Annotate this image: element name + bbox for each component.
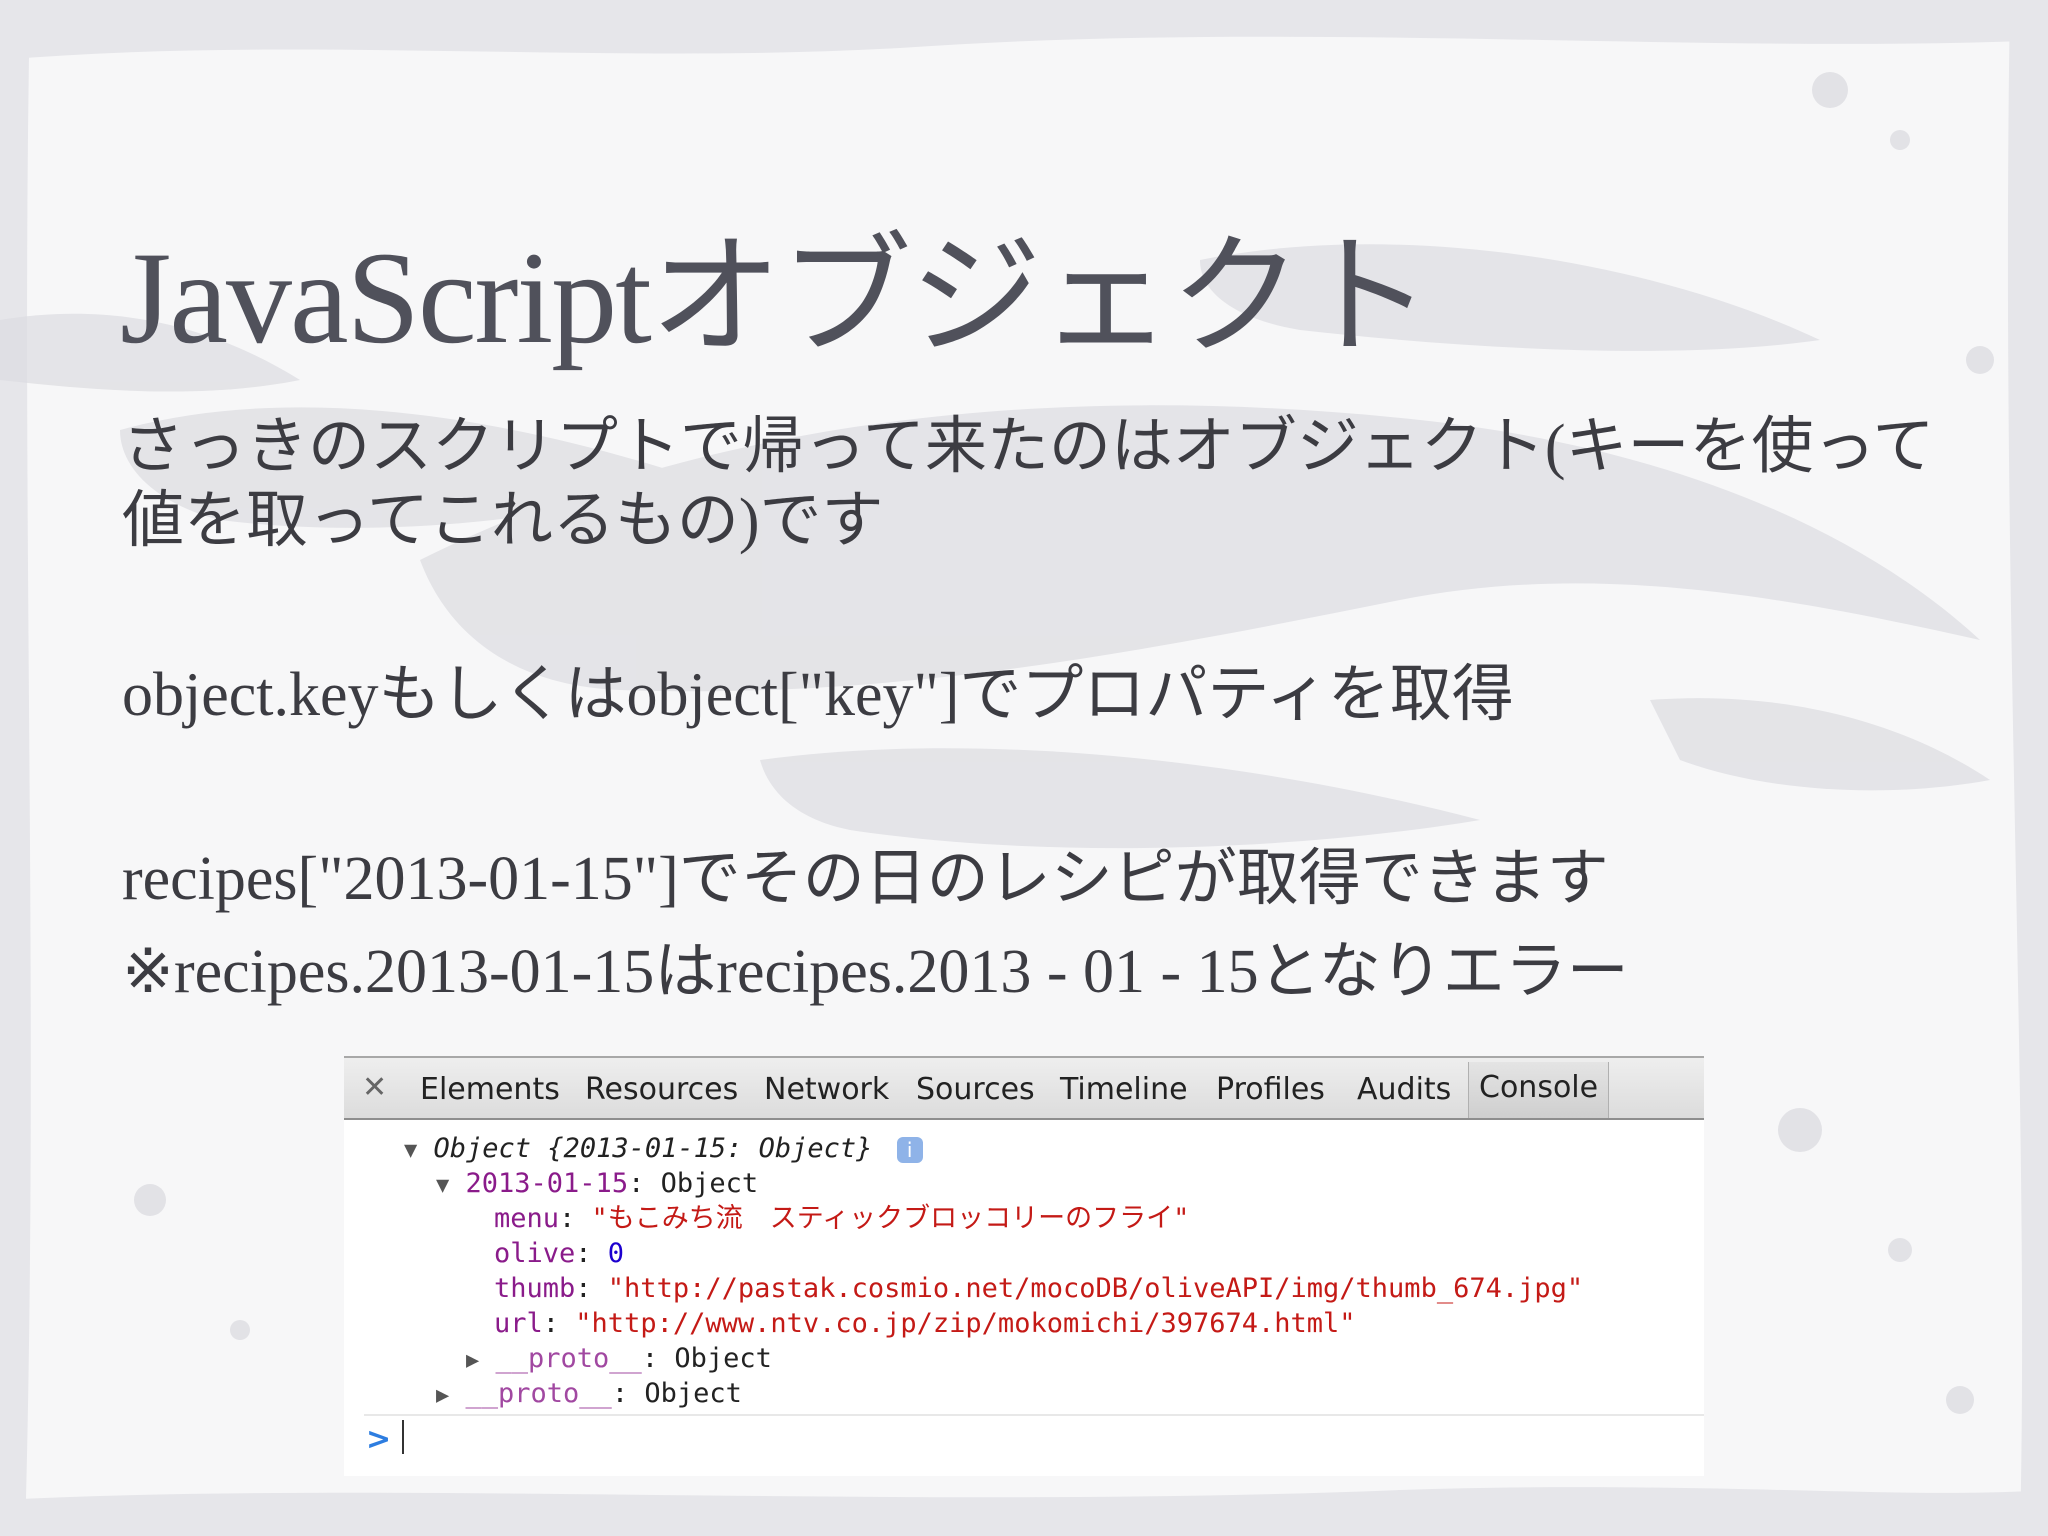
console-prompt-icon: >: [366, 1422, 392, 1457]
tab-profiles[interactable]: Profiles: [1216, 1072, 1325, 1107]
proto-key: __proto__: [495, 1343, 642, 1374]
console-inner-proto-row[interactable]: ▶ __proto__: Object: [466, 1342, 772, 1378]
console-date-row[interactable]: ▼ 2013-01-15: Object: [436, 1167, 758, 1203]
console-outer-proto-row[interactable]: ▶ __proto__: Object: [436, 1377, 742, 1413]
console-olive-row: olive: 0: [494, 1238, 625, 1269]
tab-elements[interactable]: Elements: [420, 1072, 560, 1107]
url-key: url: [494, 1308, 543, 1339]
info-icon[interactable]: i: [896, 1136, 923, 1163]
date-key: 2013-01-15: [465, 1168, 629, 1199]
thumb-value[interactable]: "http://pastak.cosmio.net/mocoDB/oliveAP…: [608, 1273, 1583, 1304]
collapsed-triangle-icon[interactable]: ▶: [466, 1348, 479, 1373]
paragraph-object-description-line1: さっきのスクリプトで帰って来たのはオブジェクト(キーを使って: [122, 413, 1935, 481]
console-url-row: url: "http://www.ntv.co.jp/zip/mokomichi…: [494, 1308, 1356, 1339]
close-icon[interactable]: ✕: [362, 1070, 387, 1105]
devtools-screenshot: ✕ Elements Resources Network Sources Tim…: [344, 1056, 1704, 1476]
collapsed-triangle-icon[interactable]: ▶: [436, 1383, 449, 1408]
console-thumb-row: thumb: "http://pastak.cosmio.net/mocoDB/…: [494, 1273, 1584, 1304]
url-value[interactable]: "http://www.ntv.co.jp/zip/mokomichi/3976…: [575, 1308, 1355, 1339]
tab-console[interactable]: Console: [1468, 1062, 1610, 1118]
tab-audits[interactable]: Audits: [1357, 1072, 1451, 1107]
prompt-divider: [364, 1414, 1704, 1416]
paragraph-object-description-line2: 値を取ってこれるもの)です: [122, 487, 884, 555]
olive-value: 0: [607, 1238, 625, 1269]
paragraph-property-access: object.keyもしくはobject["key"]でプロパティを取得: [122, 661, 1514, 729]
slide-title: JavaScriptオブジェクト: [120, 224, 1432, 371]
paragraph-recipes-access: recipes["2013-01-15"]でその日のレシピが取得できます: [122, 845, 1609, 913]
thumb-key: thumb: [494, 1273, 576, 1304]
proto-key: __proto__: [465, 1378, 612, 1409]
paragraph-error-note: ※recipes.2013-01-15はrecipes.2013 - 01 - …: [122, 938, 1629, 1006]
olive-key: olive: [494, 1238, 576, 1269]
console-output: ▼ Object {2013-01-15: Object} i ▼ 2013-0…: [344, 1120, 1704, 1476]
expanded-triangle-icon[interactable]: ▼: [404, 1138, 417, 1163]
expanded-triangle-icon[interactable]: ▼: [436, 1173, 449, 1198]
menu-value: "もこみち流 スティックブロッコリーのフライ": [591, 1203, 1190, 1234]
proto-value: Object: [674, 1343, 772, 1374]
devtools-toolbar: ✕ Elements Resources Network Sources Tim…: [344, 1056, 1704, 1120]
console-menu-row: menu: "もこみち流 スティックブロッコリーのフライ": [494, 1203, 1190, 1234]
tab-resources[interactable]: Resources: [585, 1072, 738, 1107]
object-summary: Object {2013-01-15: Object}: [433, 1133, 873, 1164]
tab-timeline[interactable]: Timeline: [1060, 1072, 1188, 1107]
menu-key: menu: [494, 1203, 560, 1234]
tab-network[interactable]: Network: [764, 1072, 889, 1107]
proto-value: Object: [644, 1378, 742, 1409]
console-input-caret[interactable]: [402, 1420, 404, 1454]
console-object-row[interactable]: ▼ Object {2013-01-15: Object} i: [404, 1132, 923, 1168]
tab-sources[interactable]: Sources: [916, 1072, 1035, 1107]
date-value: Object: [660, 1168, 759, 1199]
paragraph-object-description: さっきのスクリプトで帰って来たのはオブジェクト(キーを使って 値を取ってこれるも…: [122, 410, 1934, 558]
